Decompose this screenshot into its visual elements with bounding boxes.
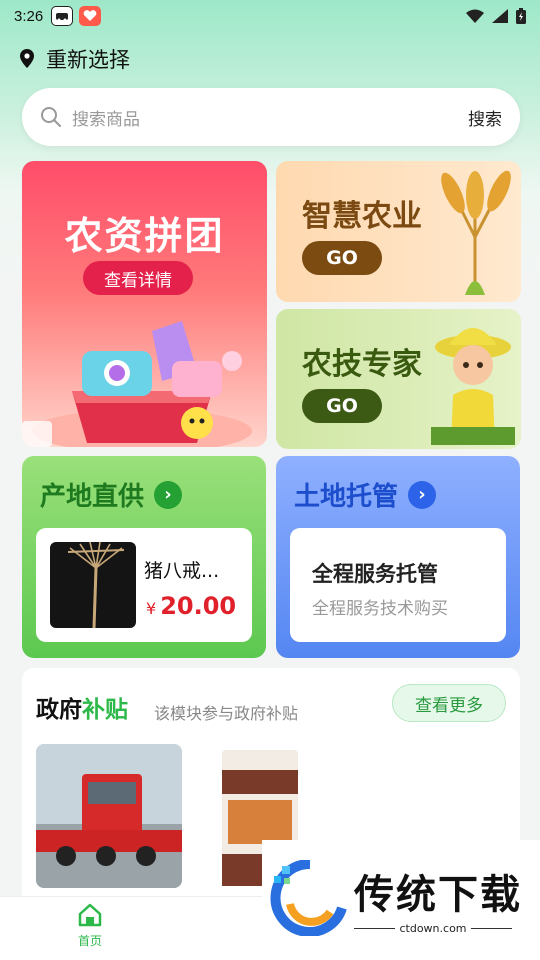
product-name: 猪八戒...: [144, 560, 220, 582]
group-buy-banner[interactable]: 农资拼团 查看详情: [22, 161, 267, 447]
gov-subsidy-subtitle: 该模块参与政府补贴: [154, 704, 299, 723]
smart-agriculture-go-button[interactable]: GO: [302, 241, 382, 275]
shopping-bag-illustration: [22, 321, 252, 447]
currency-symbol: ¥: [146, 599, 157, 618]
truck-product-image[interactable]: [36, 744, 182, 888]
product-price: ¥20.00: [146, 592, 236, 620]
chevron-right-icon[interactable]: ›: [408, 480, 437, 509]
tab-home[interactable]: 首页: [50, 903, 130, 949]
search-button[interactable]: 搜索: [468, 105, 502, 130]
smart-agriculture-title: 智慧农业: [302, 199, 422, 234]
home-icon: [78, 903, 102, 927]
watermark: 传统下载 ctdown.com: [262, 840, 540, 960]
watermark-text: 传统下载: [354, 872, 522, 918]
view-more-button[interactable]: 查看更多: [392, 684, 506, 722]
battery-icon: [516, 8, 526, 24]
watermark-domain-text: ctdown.com: [395, 922, 471, 935]
location-pin-icon: [20, 49, 34, 68]
search-icon: [41, 107, 61, 127]
origin-supply-card[interactable]: 产地直供 › 猪八戒... ¥20.00: [22, 456, 266, 658]
origin-supply-header[interactable]: 产地直供 ›: [40, 476, 183, 513]
agri-expert-banner[interactable]: 农技专家 GO: [276, 309, 521, 449]
product-image: [50, 542, 136, 628]
location-selector[interactable]: 重新选择: [18, 44, 130, 74]
status-time: 3:26: [14, 7, 44, 25]
gov-subsidy-title-a: 政府: [36, 697, 82, 723]
location-label: 重新选择: [46, 48, 130, 72]
product-item[interactable]: 猪八戒... ¥20.00: [36, 528, 252, 642]
service-subtitle: 全程服务技术购买: [312, 599, 448, 619]
origin-supply-title: 产地直供: [40, 482, 145, 512]
service-headline: 全程服务托管: [312, 562, 438, 586]
watermark-logo-icon: [270, 860, 347, 936]
agri-expert-title: 农技专家: [302, 347, 422, 382]
search-bar[interactable]: 搜索商品 搜索: [22, 88, 520, 146]
wheat-icon: [441, 170, 511, 295]
gov-subsidy-title: 政府补贴: [36, 690, 128, 724]
app-notification-icon: [51, 6, 74, 26]
status-bar: 3:26: [0, 0, 540, 32]
tab-home-label: 首页: [77, 934, 102, 948]
land-trust-title: 土地托管: [294, 482, 399, 512]
chevron-right-icon[interactable]: ›: [154, 480, 183, 509]
land-trust-card[interactable]: 土地托管 › 全程服务托管 全程服务技术购买: [276, 456, 520, 658]
farmer-avatar-illustration: [431, 328, 515, 445]
heart-app-notification-icon: [79, 6, 102, 26]
wifi-icon: [466, 9, 484, 23]
smart-agriculture-banner[interactable]: 智慧农业 GO: [276, 161, 521, 302]
price-value: 20.00: [160, 592, 237, 620]
watermark-domain: ctdown.com: [354, 922, 512, 935]
group-buy-title: 农资拼团: [64, 214, 225, 258]
agri-expert-go-button[interactable]: GO: [302, 389, 382, 423]
gov-subsidy-title-b: 补贴: [82, 697, 128, 723]
signal-icon: [492, 9, 508, 23]
land-trust-service[interactable]: 全程服务托管 全程服务技术购买: [290, 528, 506, 642]
land-trust-header[interactable]: 土地托管 ›: [294, 476, 437, 513]
view-details-button[interactable]: 查看详情: [83, 261, 193, 295]
search-input[interactable]: 搜索商品: [72, 105, 468, 130]
